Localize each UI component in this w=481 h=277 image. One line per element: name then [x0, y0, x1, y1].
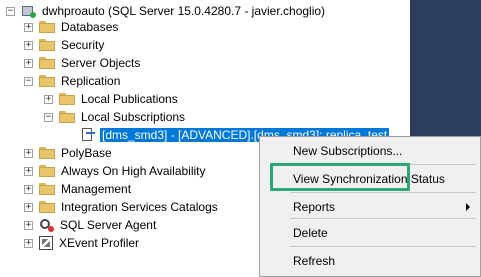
- folder-icon: [39, 165, 55, 177]
- menu-separator: [290, 218, 476, 219]
- node-label: Local Publications: [81, 92, 178, 106]
- folder-icon: [39, 75, 55, 87]
- expand-toggle[interactable]: +: [24, 220, 33, 230]
- collapse-toggle[interactable]: −: [6, 6, 15, 16]
- tree-node-databases[interactable]: + Databases: [24, 18, 118, 36]
- node-label: Always On High Availability: [61, 164, 206, 178]
- expand-toggle[interactable]: +: [44, 94, 53, 104]
- expand-toggle[interactable]: +: [24, 202, 33, 212]
- tree-node-server-objects[interactable]: + Server Objects: [24, 54, 140, 72]
- expand-toggle[interactable]: +: [24, 148, 33, 158]
- node-label: Databases: [61, 20, 119, 34]
- subscription-icon: [80, 128, 96, 142]
- tree-node-local-publications[interactable]: + Local Publications: [44, 90, 178, 108]
- tree-node-polybase[interactable]: + PolyBase: [24, 144, 112, 162]
- expand-toggle[interactable]: +: [24, 166, 33, 176]
- node-label: XEvent Profiler: [59, 236, 140, 250]
- node-label: Management: [61, 182, 132, 196]
- node-label: Security: [61, 38, 105, 52]
- node-label: Integration Services Catalogs: [61, 200, 218, 214]
- context-menu: New Subscriptions... View Synchronizatio…: [259, 136, 481, 277]
- folder-icon: [39, 21, 55, 33]
- menu-item-refresh[interactable]: Refresh: [293, 254, 335, 268]
- folder-icon: [39, 57, 55, 69]
- expand-toggle[interactable]: +: [24, 58, 33, 68]
- folder-icon: [39, 39, 55, 51]
- menu-item-new-subscriptions[interactable]: New Subscriptions...: [293, 144, 402, 158]
- expand-toggle[interactable]: +: [24, 184, 33, 194]
- node-label: SQL Server Agent: [60, 218, 157, 232]
- collapse-toggle[interactable]: −: [44, 112, 53, 122]
- folder-icon: [39, 201, 55, 213]
- folder-icon: [39, 147, 55, 159]
- tree-node-always-on[interactable]: + Always On High Availability: [24, 162, 206, 180]
- tree-node-security[interactable]: + Security: [24, 36, 104, 54]
- xevent-icon: [39, 236, 53, 250]
- node-label: Local Subscriptions: [81, 110, 186, 124]
- collapse-toggle[interactable]: −: [24, 76, 33, 86]
- expand-toggle[interactable]: +: [24, 40, 33, 50]
- menu-separator: [290, 192, 476, 193]
- tree-node-xevent-profiler[interactable]: + XEvent Profiler: [24, 234, 139, 252]
- folder-icon: [59, 111, 75, 123]
- tree-node-local-subscriptions[interactable]: − Local Subscriptions: [44, 108, 185, 126]
- folder-icon: [39, 183, 55, 195]
- node-label: PolyBase: [61, 146, 112, 160]
- menu-separator: [290, 246, 476, 247]
- agent-icon: [39, 218, 54, 232]
- tree-node-integration-services[interactable]: + Integration Services Catalogs: [24, 198, 218, 216]
- submenu-arrow-icon: [466, 203, 470, 211]
- server-label: dwhproauto (SQL Server 15.0.4280.7 - jav…: [42, 4, 326, 18]
- annotation-highlight-box: [270, 163, 410, 191]
- tree-node-sql-agent[interactable]: + SQL Server Agent: [24, 216, 156, 234]
- menu-item-delete[interactable]: Delete: [293, 226, 328, 240]
- expand-toggle[interactable]: +: [24, 238, 33, 248]
- server-icon: [21, 5, 36, 18]
- expand-toggle[interactable]: +: [24, 22, 33, 32]
- node-label: Server Objects: [61, 56, 141, 70]
- folder-icon: [59, 93, 75, 105]
- tree-node-replication[interactable]: − Replication: [24, 72, 120, 90]
- menu-item-reports[interactable]: Reports: [293, 200, 335, 214]
- node-label: Replication: [61, 74, 121, 88]
- tree-node-management[interactable]: + Management: [24, 180, 131, 198]
